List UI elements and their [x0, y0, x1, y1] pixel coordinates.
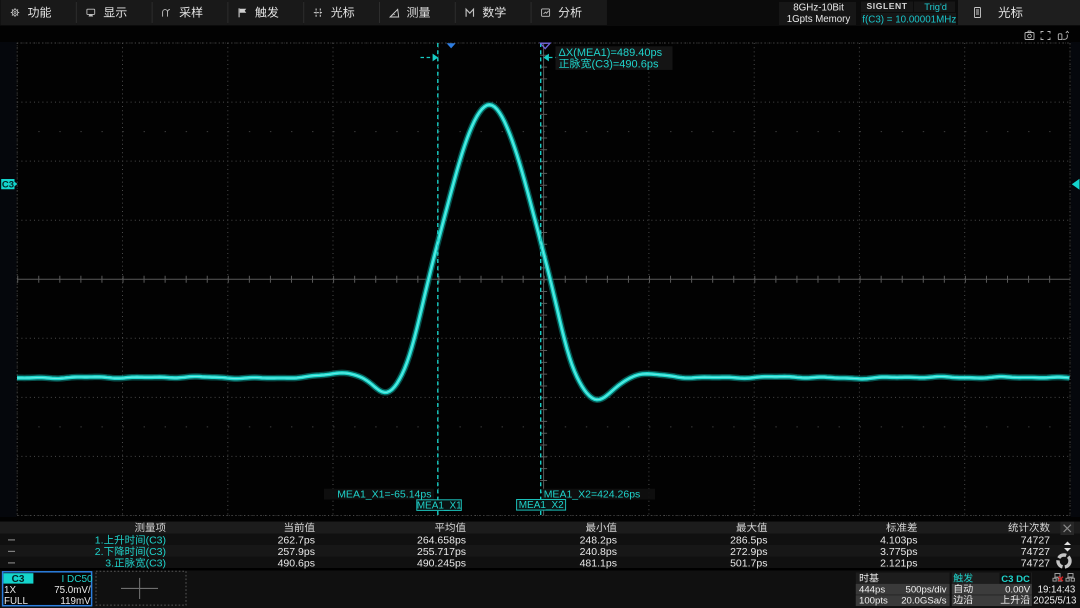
- svg-text:240.8ps: 240.8ps: [580, 546, 617, 558]
- svg-text:0.00V: 0.00V: [1005, 584, 1031, 595]
- svg-text:3.775ps: 3.775ps: [880, 546, 917, 558]
- svg-text:8GHz-10Bit: 8GHz-10Bit: [793, 2, 844, 13]
- svg-text:I DC50: I DC50: [62, 574, 94, 585]
- svg-text:501.7ps: 501.7ps: [730, 558, 767, 570]
- svg-text:FULL: FULL: [4, 596, 29, 607]
- svg-text:f(C3) = 10.00001MHz: f(C3) = 10.00001MHz: [862, 14, 956, 25]
- svg-text:(C3): (C3): [146, 558, 166, 570]
- svg-text:2.121ps: 2.121ps: [880, 558, 917, 570]
- svg-text:MEA1_X2: MEA1_X2: [519, 500, 564, 511]
- svg-text:(C3): (C3): [146, 546, 166, 558]
- svg-text:MEA1_X2=424.26ps: MEA1_X2=424.26ps: [544, 489, 641, 501]
- svg-text:2.: 2.: [95, 546, 104, 558]
- svg-text:500ps/div: 500ps/div: [906, 584, 947, 595]
- svg-text:264.658ps: 264.658ps: [417, 535, 466, 547]
- svg-text:3.: 3.: [105, 558, 114, 570]
- svg-text:C3 DC: C3 DC: [1001, 574, 1030, 585]
- svg-text:262.7ps: 262.7ps: [278, 535, 315, 547]
- svg-text:255.717ps: 255.717ps: [417, 546, 466, 558]
- svg-text:444ps: 444ps: [859, 584, 885, 595]
- svg-text:1Gpts Memory: 1Gpts Memory: [787, 14, 851, 25]
- svg-text:75.0mV/: 75.0mV/: [54, 585, 91, 596]
- svg-text:248.2ps: 248.2ps: [580, 535, 617, 547]
- svg-text:ΔX(MEA1)=489.40ps: ΔX(MEA1)=489.40ps: [559, 47, 663, 59]
- svg-text:(C3)=490.6ps: (C3)=490.6ps: [592, 58, 659, 70]
- svg-text:MEA1_X1=-65.14ps: MEA1_X1=-65.14ps: [337, 489, 431, 501]
- svg-text:257.9ps: 257.9ps: [278, 546, 315, 558]
- svg-text:1.: 1.: [95, 535, 104, 547]
- svg-text:SIGLENT: SIGLENT: [867, 1, 908, 11]
- svg-text:2025/5/13: 2025/5/13: [1033, 595, 1076, 606]
- svg-text:1X: 1X: [4, 585, 16, 596]
- svg-text:74727: 74727: [1021, 546, 1050, 558]
- svg-text:C3: C3: [12, 574, 25, 585]
- svg-text:490.6ps: 490.6ps: [278, 558, 315, 570]
- svg-text:286.5ps: 286.5ps: [730, 535, 767, 547]
- svg-text:490.245ps: 490.245ps: [417, 558, 466, 570]
- svg-text:MEA1_X1: MEA1_X1: [417, 500, 462, 511]
- svg-text:Trig'd: Trig'd: [924, 2, 947, 12]
- svg-text:4.103ps: 4.103ps: [880, 535, 917, 547]
- svg-text:(C3): (C3): [146, 535, 166, 547]
- svg-text:100pts: 100pts: [859, 595, 888, 606]
- svg-text:74727: 74727: [1021, 558, 1050, 570]
- svg-text:74727: 74727: [1021, 535, 1050, 547]
- svg-text:481.1ps: 481.1ps: [580, 558, 617, 570]
- svg-text:C3: C3: [2, 179, 14, 190]
- svg-text:20.0GSa/s: 20.0GSa/s: [901, 595, 947, 606]
- svg-text:19:14:43: 19:14:43: [1038, 584, 1076, 595]
- svg-text:272.9ps: 272.9ps: [730, 546, 767, 558]
- svg-text:119mV: 119mV: [60, 596, 91, 607]
